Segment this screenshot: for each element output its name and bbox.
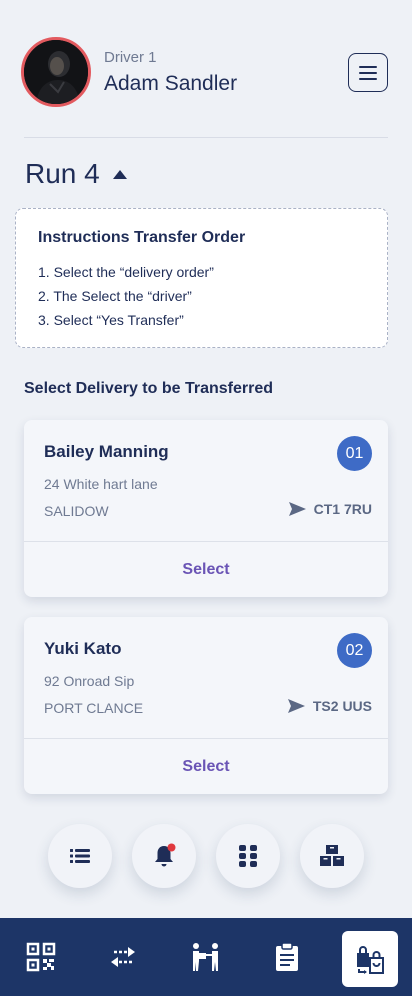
- instructions-title: Instructions Transfer Order: [38, 229, 246, 246]
- boxes-icon[interactable]: [300, 824, 364, 888]
- bottom-navigation: [0, 918, 412, 996]
- header: Driver 1 Adam Sandler: [0, 0, 412, 140]
- postcode-text: CT1 7RU: [313, 501, 372, 517]
- delivery-card: Yuki Kato 02 92 Onroad Sip PORT CLANCE T…: [24, 617, 388, 794]
- driver-label: Driver 1: [104, 49, 157, 66]
- avatar-photo: [24, 40, 88, 104]
- delivery-customer-name: Bailey Manning: [44, 442, 169, 461]
- delivery-card: Bailey Manning 01 24 White hart lane SAL…: [24, 420, 388, 597]
- select-delivery-button[interactable]: Select: [24, 739, 388, 794]
- send-arrow-icon: [287, 699, 305, 713]
- transfer-arrows-icon[interactable]: [100, 934, 146, 980]
- grid-icon[interactable]: [216, 824, 280, 888]
- list-icon[interactable]: [48, 824, 112, 888]
- delivery-city: SALIDOW: [44, 503, 109, 519]
- qr-code-icon[interactable]: [18, 934, 64, 980]
- delivery-address: 92 Onroad Sip: [44, 673, 135, 689]
- run-title: Run 4: [25, 158, 100, 189]
- send-arrow-icon: [288, 502, 306, 516]
- caret-up-icon[interactable]: [112, 169, 127, 179]
- package-bags-icon[interactable]: [342, 931, 398, 987]
- delivery-postcode: CT1 7RU: [288, 501, 372, 517]
- instruction-step: 3. Select “Yes Transfer”: [38, 312, 184, 328]
- section-title: Select Delivery to be Transferred: [24, 380, 273, 397]
- driver-name: Adam Sandler: [104, 72, 238, 95]
- run-selector[interactable]: Run 4: [25, 158, 127, 190]
- instruction-step: 2. The Select the “driver”: [38, 288, 192, 304]
- postcode-text: TS2 UUS: [312, 698, 372, 714]
- delivery-person-icon[interactable]: [183, 934, 229, 980]
- delivery-number-badge: 01: [337, 436, 372, 471]
- delivery-postcode: TS2 UUS: [287, 698, 372, 714]
- delivery-customer-name: Yuki Kato: [44, 639, 122, 658]
- quick-actions: [0, 824, 412, 888]
- instructions-box: Instructions Transfer Order 1. Select th…: [15, 208, 388, 348]
- delivery-city: PORT CLANCE: [44, 700, 144, 716]
- hamburger-menu-icon[interactable]: [348, 53, 388, 92]
- clipboard-icon[interactable]: [264, 934, 310, 980]
- delivery-address: 24 White hart lane: [44, 476, 158, 492]
- avatar[interactable]: [21, 37, 91, 107]
- header-divider: [24, 137, 388, 138]
- instruction-step: 1. Select the “delivery order”: [38, 264, 214, 280]
- bell-notification-icon[interactable]: [132, 824, 196, 888]
- select-delivery-button[interactable]: Select: [24, 542, 388, 597]
- delivery-number-badge: 02: [337, 633, 372, 668]
